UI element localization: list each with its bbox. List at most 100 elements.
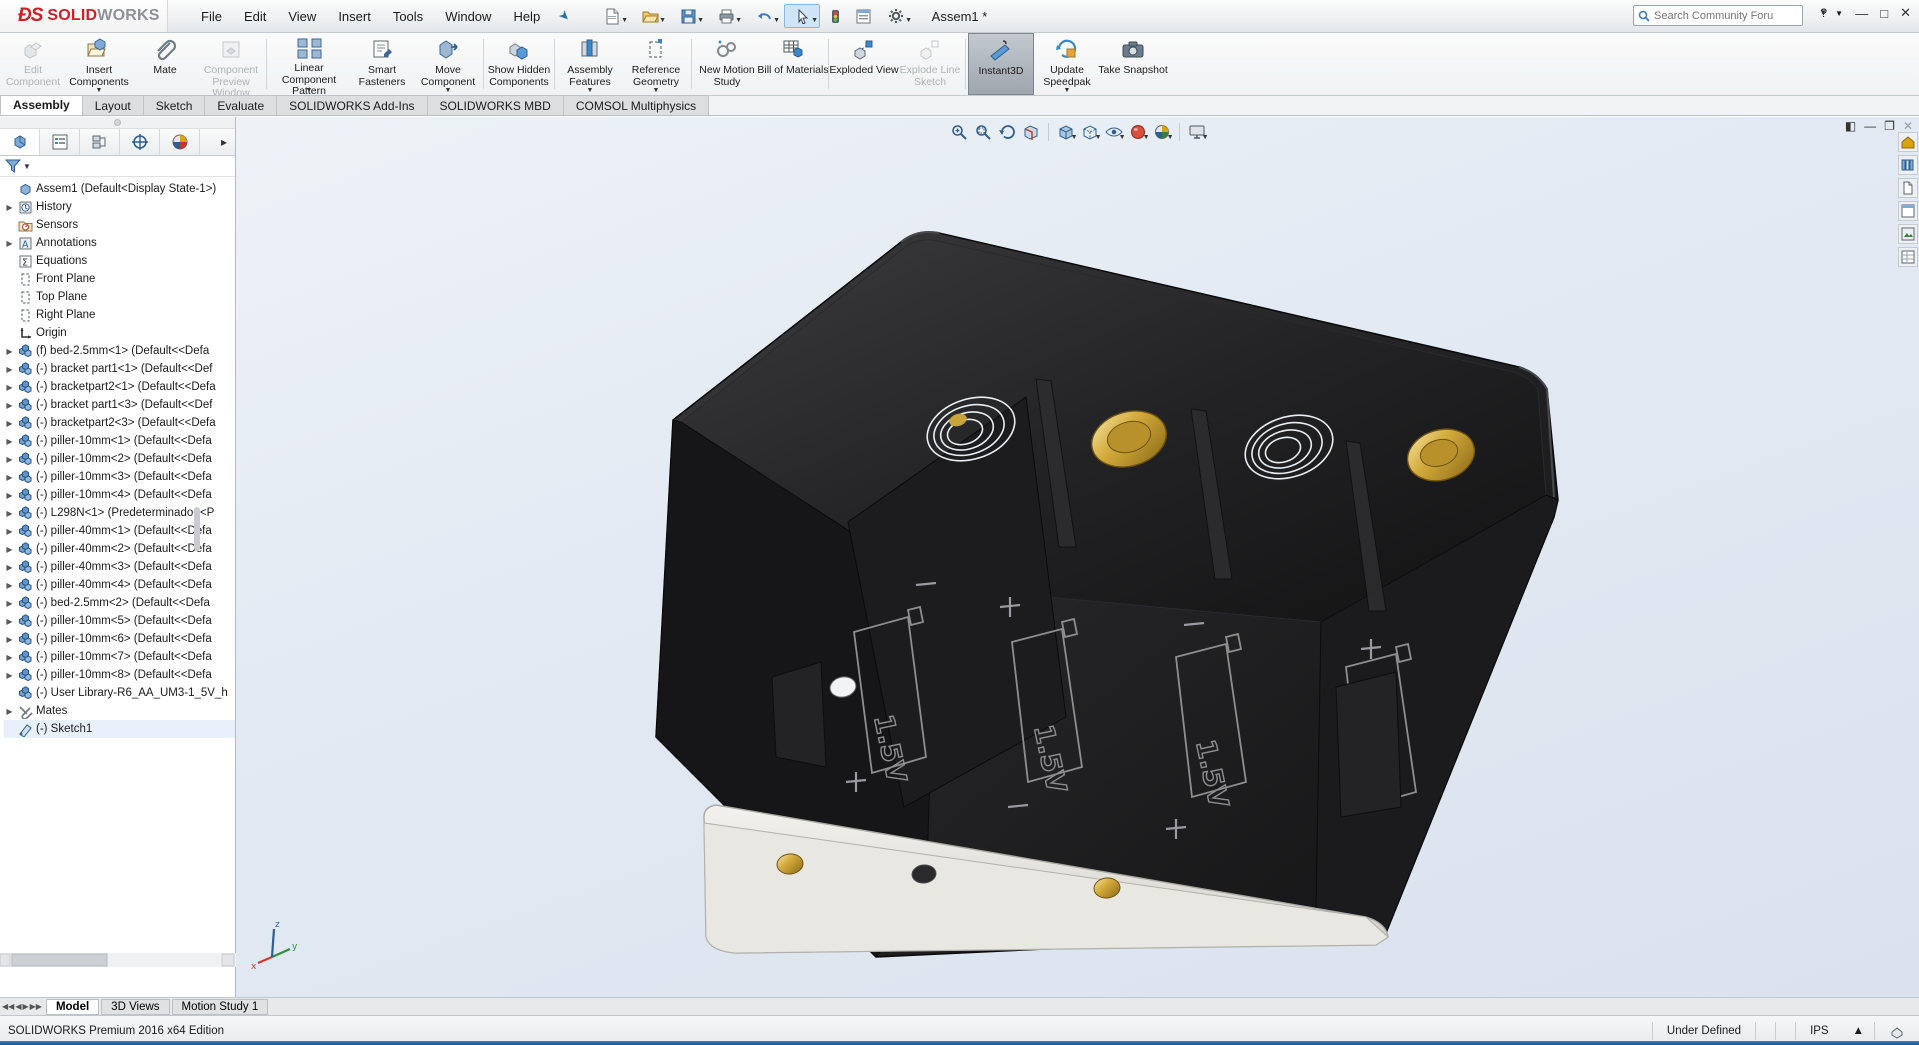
move-component-button[interactable]: Move Component ▼ — [415, 33, 481, 95]
ptab-dimxpert-manager[interactable] — [120, 129, 160, 155]
tree-scrollbar-thumb[interactable] — [194, 507, 200, 551]
tree-item-sketch1[interactable]: (-) Sketch1 — [4, 720, 235, 738]
graphics-viewport[interactable]: ▼ ▼ ▼ ▼ ▼ ▼ ◧ — ❐ ✕ 1.5V 1.5V 1.5V x y z — [236, 117, 1919, 997]
undo-button[interactable]: ▼ — [746, 4, 782, 28]
instant3d-button[interactable]: Instant3D — [968, 33, 1034, 95]
tab-evaluate[interactable]: Evaluate — [204, 95, 278, 115]
tree-item-piller-40mm-2-default-defa[interactable]: ▶ (-) piller-40mm<2> (Default<<Defa — [4, 540, 235, 558]
tab-layout[interactable]: Layout — [81, 95, 144, 115]
edit-component-button[interactable]: Edit Component — [0, 33, 66, 95]
explode-line-sketch-button[interactable]: Explode Line Sketch — [897, 33, 963, 95]
chevron-down-icon[interactable]: ▼ — [23, 162, 31, 171]
insert-components-button[interactable]: Insert Components ▼ — [66, 33, 132, 95]
tree-item-bed-2-5mm-2-default-defa[interactable]: ▶ (-) bed-2.5mm<2> (Default<<Defa — [4, 594, 235, 612]
expander-triangle-icon[interactable]: ▶ — [4, 203, 15, 212]
tree-item-annotations[interactable]: ▶ A Annotations — [4, 234, 235, 252]
battery-holder-3d-model[interactable]: 1.5V 1.5V 1.5V — [236, 117, 1919, 997]
menu-edit[interactable]: Edit — [233, 5, 277, 28]
status-units[interactable]: IPS — [1795, 1021, 1843, 1040]
tree-item-piller-10mm-7-default-defa[interactable]: ▶ (-) piller-10mm<7> (Default<<Defa — [4, 648, 235, 666]
tree-item-piller-40mm-1-default-defa[interactable]: ▶ (-) piller-40mm<1> (Default<<Defa — [4, 522, 235, 540]
reference-geometry-button[interactable]: Reference Geometry ▼ — [623, 33, 689, 95]
chevron-down-icon[interactable]: ▼ — [1064, 87, 1071, 94]
chevron-down-icon[interactable]: ▼ — [735, 17, 742, 24]
tab-solidworks-mbd[interactable]: SOLIDWORKS MBD — [426, 95, 564, 115]
expander-triangle-icon[interactable]: ▶ — [4, 401, 15, 410]
tree-item-bracket-part1-1-default-def[interactable]: ▶ (-) bracket part1<1> (Default<<Def — [4, 360, 235, 378]
mate-button[interactable]: Mate — [132, 33, 198, 95]
tab-solidworks-addins[interactable]: SOLIDWORKS Add-Ins — [276, 95, 428, 115]
select-button[interactable]: ▼ — [784, 4, 821, 28]
tree-item-right-plane[interactable]: Right Plane — [4, 306, 235, 324]
expander-triangle-icon[interactable]: ▶ — [4, 653, 15, 662]
tree-item-user-library-r6-aa-um3-1-5v-h[interactable]: (-) User Library-R6_AA_UM3-1_5V_h — [4, 684, 235, 702]
tab-nav-first-icon[interactable]: ◀◀ — [2, 1002, 14, 1011]
expander-triangle-icon[interactable]: ▶ — [4, 437, 15, 446]
pushpin-icon[interactable]: ➤ — [555, 6, 574, 25]
print-button[interactable]: ▼ — [708, 4, 744, 28]
tab-comsol-multiphysics[interactable]: COMSOL Multiphysics — [562, 95, 710, 115]
tree-item-sensors[interactable]: Sensors — [4, 216, 235, 234]
feature-tree-filter-bar[interactable]: ▼ — [0, 156, 235, 177]
display-manager-button[interactable] — [850, 4, 876, 28]
tab-nav-next-icon[interactable]: ▶ — [22, 1002, 28, 1011]
menu-insert[interactable]: Insert — [327, 5, 382, 28]
tree-item-piller-10mm-6-default-defa[interactable]: ▶ (-) piller-10mm<6> (Default<<Defa — [4, 630, 235, 648]
tree-item-bracketpart2-3-default-defa[interactable]: ▶ (-) bracketpart2<3> (Default<<Defa — [4, 414, 235, 432]
expander-triangle-icon[interactable]: ▶ — [4, 599, 15, 608]
bottom-tab-motion-study-1[interactable]: Motion Study 1 — [171, 998, 269, 1015]
chevron-down-icon[interactable]: ▼ — [445, 87, 452, 94]
bill-of-materials-button[interactable]: Bill of Materials — [757, 33, 829, 95]
chevron-down-icon[interactable]: ▼ — [96, 87, 103, 94]
expander-triangle-icon[interactable]: ▶ — [4, 239, 15, 248]
menu-window[interactable]: Window — [434, 5, 502, 28]
expander-triangle-icon[interactable]: ▶ — [4, 617, 15, 626]
ptab-property-manager[interactable] — [40, 129, 80, 155]
linear-component-pattern-button[interactable]: Linear Component Pattern ▼ — [269, 33, 349, 97]
expander-triangle-icon[interactable]: ▶ — [4, 365, 15, 374]
tree-item-history[interactable]: ▶ History — [4, 198, 235, 216]
expander-triangle-icon[interactable]: ▶ — [4, 581, 15, 590]
exploded-view-button[interactable]: Exploded View — [829, 33, 899, 95]
expander-triangle-icon[interactable]: ▶ — [4, 545, 15, 554]
tree-item-piller-10mm-4-default-defa[interactable]: ▶ (-) piller-10mm<4> (Default<<Defa — [4, 486, 235, 504]
expander-triangle-icon[interactable]: ▶ — [4, 707, 15, 716]
save-button[interactable]: ▼ — [670, 4, 706, 28]
close-button[interactable]: ✕ — [1900, 5, 1911, 21]
chevron-down-icon[interactable]: ▼ — [653, 87, 660, 94]
expander-triangle-icon[interactable]: ▶ — [4, 419, 15, 428]
menu-view[interactable]: View — [277, 5, 327, 28]
expander-triangle-icon[interactable]: ▶ — [4, 491, 15, 500]
expander-triangle-icon[interactable]: ▶ — [4, 455, 15, 464]
expander-triangle-icon[interactable]: ▶ — [4, 383, 15, 392]
component-preview-window-button[interactable]: Component Preview Window — [198, 33, 264, 99]
panel-split-handle[interactable] — [0, 117, 235, 129]
tab-assembly[interactable]: Assembly — [0, 95, 83, 115]
help-icon[interactable]: ? — [1820, 6, 1827, 20]
tree-item-piller-40mm-4-default-defa[interactable]: ▶ (-) piller-40mm<4> (Default<<Defa — [4, 576, 235, 594]
chevron-down-icon[interactable]: ▼ — [306, 87, 313, 94]
search-input[interactable] — [1654, 9, 1774, 22]
assembly-features-button[interactable]: Assembly Features ▼ — [557, 33, 623, 95]
tree-item-origin[interactable]: Origin — [4, 324, 235, 342]
chevron-down-icon[interactable]: ▼ — [811, 17, 818, 24]
ptab-display-manager[interactable] — [160, 129, 200, 155]
tree-item-bracket-part1-3-default-def[interactable]: ▶ (-) bracket part1<3> (Default<<Def — [4, 396, 235, 414]
minimize-button[interactable]: — — [1855, 6, 1868, 21]
maximize-button[interactable]: □ — [1880, 6, 1888, 21]
search-community-forum[interactable] — [1633, 5, 1803, 26]
open-document-button[interactable]: ▼ — [632, 4, 668, 28]
tree-item-top-plane[interactable]: Top Plane — [4, 288, 235, 306]
ptab-feature-manager[interactable] — [0, 129, 40, 155]
tree-item-piller-10mm-2-default-defa[interactable]: ▶ (-) piller-10mm<2> (Default<<Defa — [4, 450, 235, 468]
smart-fasteners-button[interactable]: Smart Fasteners — [349, 33, 415, 95]
expander-triangle-icon[interactable]: ▶ — [4, 509, 15, 518]
expander-triangle-icon[interactable]: ▶ — [4, 473, 15, 482]
chevron-down-icon[interactable]: ▼ — [773, 17, 780, 24]
expander-triangle-icon[interactable]: ▶ — [4, 635, 15, 644]
ptab-configuration-manager[interactable] — [80, 129, 120, 155]
tree-item-piller-10mm-5-default-defa[interactable]: ▶ (-) piller-10mm<5> (Default<<Defa — [4, 612, 235, 630]
tree-horizontal-scrollbar[interactable] — [0, 953, 236, 967]
tree-item-piller-10mm-3-default-defa[interactable]: ▶ (-) piller-10mm<3> (Default<<Defa — [4, 468, 235, 486]
tree-item-piller-10mm-1-default-defa[interactable]: ▶ (-) piller-10mm<1> (Default<<Defa — [4, 432, 235, 450]
